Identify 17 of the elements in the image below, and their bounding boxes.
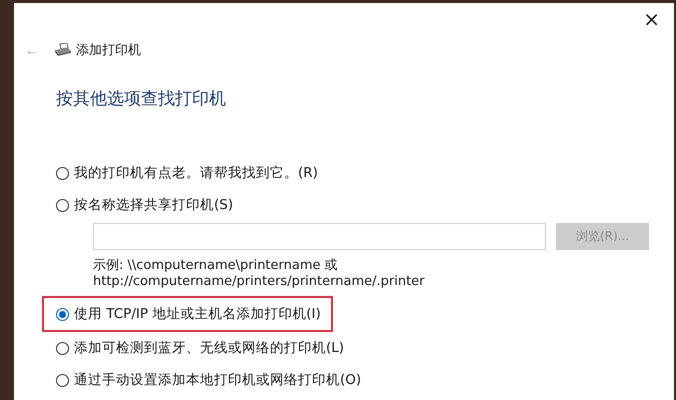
close-button[interactable]: × [641, 9, 662, 29]
option-label[interactable]: 通过手动设置添加本地打印机或网络打印机(O) [74, 371, 362, 389]
printer-name-field[interactable] [93, 223, 546, 250]
option-label[interactable]: 使用 TCP/IP 地址或主机名添加打印机(I) [74, 305, 321, 323]
window-title: 添加打印机 [76, 42, 141, 59]
radio-button[interactable] [56, 166, 69, 180]
radio-button[interactable] [56, 374, 69, 386]
option-label[interactable]: 我的打印机有点老。请帮我找到它。(R) [74, 164, 318, 182]
option-label[interactable]: 按名称选择共享打印机(S) [74, 196, 234, 214]
radio-button[interactable] [56, 342, 69, 354]
radio-button[interactable] [56, 308, 69, 320]
option-label[interactable]: 添加可检测到蓝牙、无线或网络的打印机(L) [74, 339, 344, 357]
page-heading: 按其他选项查找打印机 [56, 88, 227, 111]
radio-button[interactable] [56, 198, 69, 212]
example-text: 示例: \\computername\printername 或 [93, 258, 339, 274]
example-text: http://computername/printers/printername/.printer [93, 274, 426, 290]
printer-icon [54, 43, 72, 57]
